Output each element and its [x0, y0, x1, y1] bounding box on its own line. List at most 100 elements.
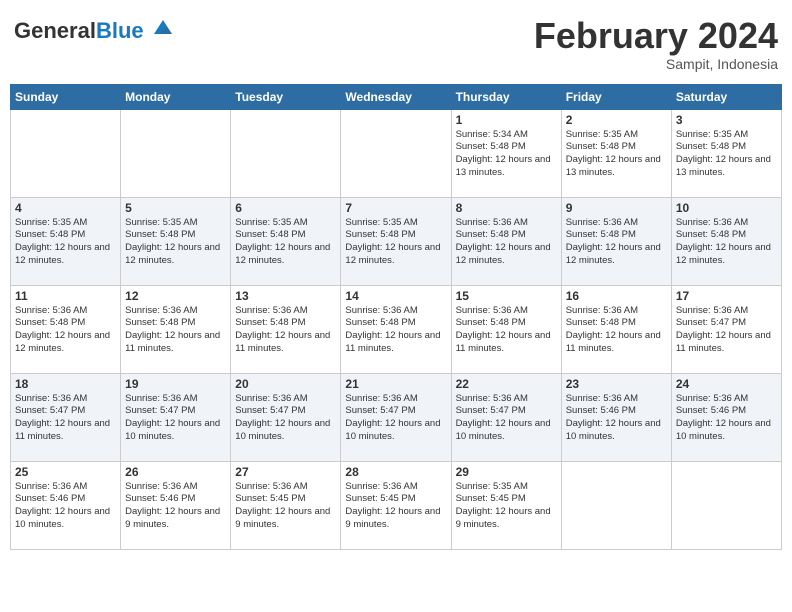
weekday-header-friday: Friday — [561, 84, 671, 109]
day-number: 1 — [456, 113, 557, 127]
logo-general-text: General — [14, 18, 96, 43]
calendar-cell — [11, 109, 121, 197]
day-info: Sunrise: 5:36 AM Sunset: 5:48 PM Dayligh… — [15, 305, 116, 356]
day-info: Sunrise: 5:35 AM Sunset: 5:48 PM Dayligh… — [566, 129, 667, 180]
day-number: 12 — [125, 289, 226, 303]
calendar-cell: 7 Sunrise: 5:35 AM Sunset: 5:48 PM Daylig… — [341, 197, 451, 285]
day-info: Sunrise: 5:36 AM Sunset: 5:47 PM Dayligh… — [676, 305, 777, 356]
day-number: 9 — [566, 201, 667, 215]
day-number: 5 — [125, 201, 226, 215]
day-info: Sunrise: 5:35 AM Sunset: 5:48 PM Dayligh… — [345, 217, 446, 268]
calendar-cell: 13 Sunrise: 5:36 AM Sunset: 5:48 PM Dayli… — [231, 285, 341, 373]
day-number: 17 — [676, 289, 777, 303]
calendar-cell: 21 Sunrise: 5:36 AM Sunset: 5:47 PM Dayli… — [341, 373, 451, 461]
day-info: Sunrise: 5:35 AM Sunset: 5:48 PM Dayligh… — [125, 217, 226, 268]
calendar-cell: 3 Sunrise: 5:35 AM Sunset: 5:48 PM Daylig… — [671, 109, 781, 197]
day-number: 28 — [345, 465, 446, 479]
calendar-cell: 5 Sunrise: 5:35 AM Sunset: 5:48 PM Daylig… — [121, 197, 231, 285]
calendar-row-4: 18 Sunrise: 5:36 AM Sunset: 5:47 PM Dayli… — [11, 373, 782, 461]
calendar-cell: 10 Sunrise: 5:36 AM Sunset: 5:48 PM Dayli… — [671, 197, 781, 285]
day-info: Sunrise: 5:36 AM Sunset: 5:48 PM Dayligh… — [676, 217, 777, 268]
calendar-cell: 14 Sunrise: 5:36 AM Sunset: 5:48 PM Dayli… — [341, 285, 451, 373]
day-info: Sunrise: 5:36 AM Sunset: 5:48 PM Dayligh… — [566, 305, 667, 356]
logo-blue-text: Blue — [96, 18, 144, 43]
calendar-cell: 11 Sunrise: 5:36 AM Sunset: 5:48 PM Dayli… — [11, 285, 121, 373]
calendar-cell: 12 Sunrise: 5:36 AM Sunset: 5:48 PM Dayli… — [121, 285, 231, 373]
day-info: Sunrise: 5:35 AM Sunset: 5:48 PM Dayligh… — [235, 217, 336, 268]
day-info: Sunrise: 5:36 AM Sunset: 5:47 PM Dayligh… — [345, 393, 446, 444]
day-info: Sunrise: 5:36 AM Sunset: 5:47 PM Dayligh… — [235, 393, 336, 444]
day-number: 21 — [345, 377, 446, 391]
calendar-cell: 27 Sunrise: 5:36 AM Sunset: 5:45 PM Dayli… — [231, 461, 341, 549]
calendar-cell: 15Sunrise: 5:36 AM Sunset: 5:48 PM Dayli… — [451, 285, 561, 373]
day-info: Sunrise: 5:36 AM Sunset: 5:48 PM Dayligh… — [456, 305, 557, 356]
calendar-cell — [121, 109, 231, 197]
day-number: 16 — [566, 289, 667, 303]
calendar-cell: 4Sunrise: 5:35 AM Sunset: 5:48 PM Daylig… — [11, 197, 121, 285]
day-number: 2 — [566, 113, 667, 127]
calendar-table: SundayMondayTuesdayWednesdayThursdayFrid… — [10, 84, 782, 550]
day-number: 7 — [345, 201, 446, 215]
day-info: Sunrise: 5:35 AM Sunset: 5:48 PM Dayligh… — [676, 129, 777, 180]
day-info: Sunrise: 5:36 AM Sunset: 5:48 PM Dayligh… — [125, 305, 226, 356]
calendar-row-1: 1Sunrise: 5:34 AM Sunset: 5:48 PM Daylig… — [11, 109, 782, 197]
day-info: Sunrise: 5:36 AM Sunset: 5:45 PM Dayligh… — [235, 481, 336, 532]
day-info: Sunrise: 5:36 AM Sunset: 5:47 PM Dayligh… — [456, 393, 557, 444]
calendar-row-5: 25 Sunrise: 5:36 AM Sunset: 5:46 PM Dayli… — [11, 461, 782, 549]
day-number: 25 — [15, 465, 116, 479]
weekday-header-sunday: Sunday — [11, 84, 121, 109]
calendar-cell: 1Sunrise: 5:34 AM Sunset: 5:48 PM Daylig… — [451, 109, 561, 197]
day-number: 13 — [235, 289, 336, 303]
day-number: 27 — [235, 465, 336, 479]
calendar-cell: 25 Sunrise: 5:36 AM Sunset: 5:46 PM Dayli… — [11, 461, 121, 549]
day-info: Sunrise: 5:36 AM Sunset: 5:48 PM Dayligh… — [456, 217, 557, 268]
day-number: 29 — [456, 465, 557, 479]
day-info: Sunrise: 5:36 AM Sunset: 5:45 PM Dayligh… — [345, 481, 446, 532]
calendar-cell: 17 Sunrise: 5:36 AM Sunset: 5:47 PM Dayli… — [671, 285, 781, 373]
day-number: 20 — [235, 377, 336, 391]
calendar-row-3: 11 Sunrise: 5:36 AM Sunset: 5:48 PM Dayli… — [11, 285, 782, 373]
calendar-cell: 18Sunrise: 5:36 AM Sunset: 5:47 PM Dayli… — [11, 373, 121, 461]
logo-icon — [152, 16, 174, 38]
day-info: Sunrise: 5:36 AM Sunset: 5:48 PM Dayligh… — [345, 305, 446, 356]
day-number: 23 — [566, 377, 667, 391]
location-subtitle: Sampit, Indonesia — [534, 56, 778, 72]
weekday-header-monday: Monday — [121, 84, 231, 109]
day-info: Sunrise: 5:36 AM Sunset: 5:46 PM Dayligh… — [15, 481, 116, 532]
calendar-cell: 20 Sunrise: 5:36 AM Sunset: 5:47 PM Dayli… — [231, 373, 341, 461]
day-number: 8 — [456, 201, 557, 215]
calendar-cell — [231, 109, 341, 197]
calendar-cell: 24 Sunrise: 5:36 AM Sunset: 5:46 PM Dayli… — [671, 373, 781, 461]
day-number: 4 — [15, 201, 116, 215]
logo: GeneralBlue — [14, 16, 174, 43]
day-number: 22 — [456, 377, 557, 391]
calendar-cell: 29 Sunrise: 5:35 AM Sunset: 5:45 PM Dayli… — [451, 461, 561, 549]
day-number: 6 — [235, 201, 336, 215]
calendar-cell: 2 Sunrise: 5:35 AM Sunset: 5:48 PM Daylig… — [561, 109, 671, 197]
calendar-cell: 16 Sunrise: 5:36 AM Sunset: 5:48 PM Dayli… — [561, 285, 671, 373]
day-info: Sunrise: 5:36 AM Sunset: 5:48 PM Dayligh… — [235, 305, 336, 356]
weekday-header-thursday: Thursday — [451, 84, 561, 109]
day-number: 10 — [676, 201, 777, 215]
calendar-cell: 26 Sunrise: 5:36 AM Sunset: 5:46 PM Dayli… — [121, 461, 231, 549]
day-info: Sunrise: 5:36 AM Sunset: 5:48 PM Dayligh… — [566, 217, 667, 268]
day-info: Sunrise: 5:35 AM Sunset: 5:45 PM Dayligh… — [456, 481, 557, 532]
day-number: 3 — [676, 113, 777, 127]
page-header: GeneralBlue February 2024 Sampit, Indone… — [10, 10, 782, 78]
calendar-cell: 8 Sunrise: 5:36 AM Sunset: 5:48 PM Daylig… — [451, 197, 561, 285]
day-number: 19 — [125, 377, 226, 391]
day-number: 11 — [15, 289, 116, 303]
title-area: February 2024 Sampit, Indonesia — [534, 16, 778, 72]
day-info: Sunrise: 5:36 AM Sunset: 5:47 PM Dayligh… — [125, 393, 226, 444]
day-info: Sunrise: 5:36 AM Sunset: 5:46 PM Dayligh… — [125, 481, 226, 532]
day-info: Sunrise: 5:36 AM Sunset: 5:46 PM Dayligh… — [566, 393, 667, 444]
month-title: February 2024 — [534, 16, 778, 56]
day-number: 18 — [15, 377, 116, 391]
day-number: 14 — [345, 289, 446, 303]
calendar-cell: 9 Sunrise: 5:36 AM Sunset: 5:48 PM Daylig… — [561, 197, 671, 285]
day-number: 24 — [676, 377, 777, 391]
calendar-cell: 28 Sunrise: 5:36 AM Sunset: 5:45 PM Dayli… — [341, 461, 451, 549]
day-number: 26 — [125, 465, 226, 479]
day-info: Sunrise: 5:36 AM Sunset: 5:46 PM Dayligh… — [676, 393, 777, 444]
weekday-header-tuesday: Tuesday — [231, 84, 341, 109]
